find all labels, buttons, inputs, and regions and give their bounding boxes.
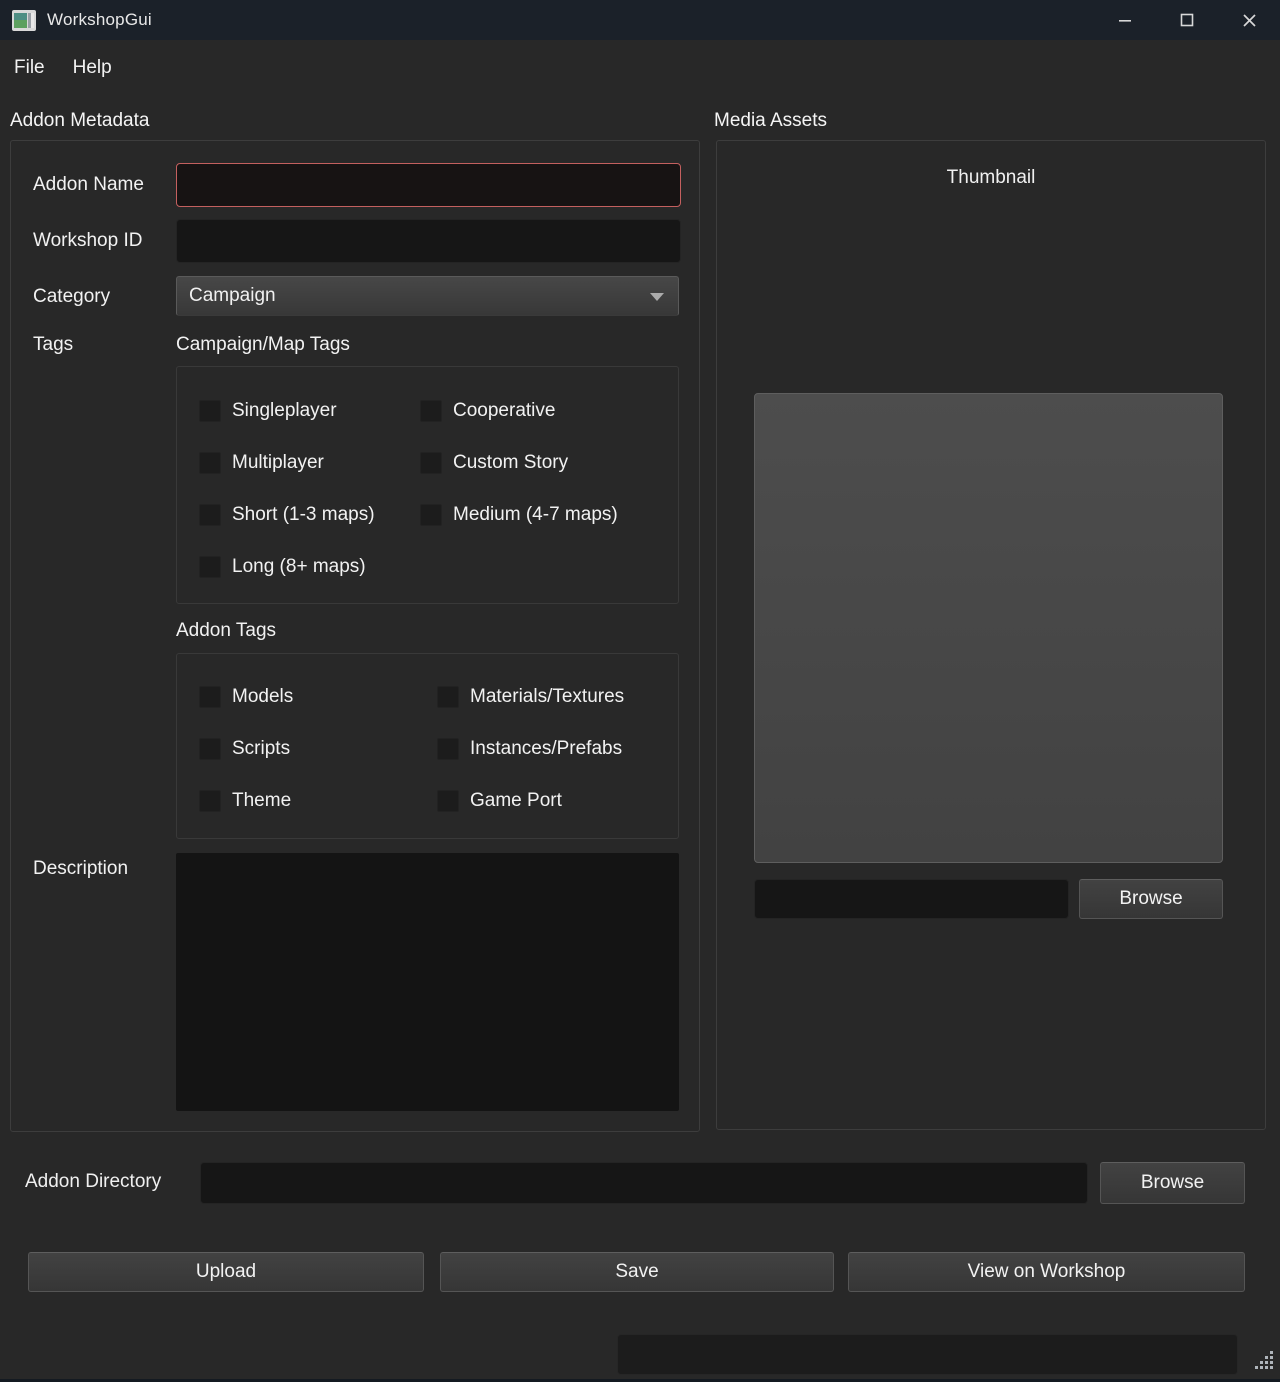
close-icon xyxy=(1242,13,1257,28)
checkbox-cooperative[interactable] xyxy=(420,400,442,422)
upload-button[interactable]: Upload xyxy=(28,1252,424,1292)
checkbox-label: Models xyxy=(232,686,293,708)
maximize-button[interactable] xyxy=(1156,0,1218,40)
checkbox-label: Instances/Prefabs xyxy=(470,738,622,760)
addon-metadata-panel: Addon Name Workshop ID Category Campaign… xyxy=(10,140,700,1132)
resize-grip-icon[interactable] xyxy=(1252,1349,1274,1376)
category-dropdown[interactable]: Campaign xyxy=(176,276,679,316)
app-icon xyxy=(12,10,36,31)
checkbox-label: Theme xyxy=(232,790,291,812)
addon-tag-row: Game Port xyxy=(437,775,679,827)
checkbox-scripts[interactable] xyxy=(199,738,221,760)
checkbox-custom-story[interactable] xyxy=(420,452,442,474)
campaign-tag-row: Multiplayer xyxy=(199,437,420,489)
checkbox-theme[interactable] xyxy=(199,790,221,812)
workshop-id-input[interactable] xyxy=(176,219,681,263)
campaign-tag-row: Singleplayer xyxy=(199,385,420,437)
checkbox-game-port[interactable] xyxy=(437,790,459,812)
checkbox-models[interactable] xyxy=(199,686,221,708)
campaign-tags-title: Campaign/Map Tags xyxy=(176,334,350,356)
thumbnail-label: Thumbnail xyxy=(717,167,1265,189)
campaign-tag-row: Cooperative xyxy=(420,385,679,437)
window-controls xyxy=(1094,0,1280,40)
addon-directory-input[interactable] xyxy=(200,1162,1088,1204)
addon-name-input[interactable] xyxy=(176,163,681,207)
checkbox-label: Long (8+ maps) xyxy=(232,556,366,578)
campaign-tag-row: Medium (4-7 maps) xyxy=(420,489,679,541)
menu-help[interactable]: Help xyxy=(59,51,126,85)
tags-label: Tags xyxy=(33,334,73,356)
category-label: Category xyxy=(33,286,110,308)
addon-directory-label: Addon Directory xyxy=(25,1171,161,1193)
description-input[interactable] xyxy=(176,853,679,1111)
close-button[interactable] xyxy=(1218,0,1280,40)
addon-tags-title: Addon Tags xyxy=(176,620,276,642)
checkbox-label: Game Port xyxy=(470,790,562,812)
checkbox-label: Medium (4-7 maps) xyxy=(453,504,618,526)
minimize-icon xyxy=(1118,13,1132,27)
checkbox-label: Cooperative xyxy=(453,400,555,422)
save-button[interactable]: Save xyxy=(440,1252,834,1292)
addon-tag-row: Scripts xyxy=(199,723,437,775)
thumbnail-preview xyxy=(754,393,1223,863)
media-assets-panel: Thumbnail Browse xyxy=(716,140,1266,1130)
status-bar xyxy=(617,1334,1238,1375)
addon-directory-browse-button[interactable]: Browse xyxy=(1100,1162,1245,1204)
description-label: Description xyxy=(33,858,128,880)
thumbnail-browse-button[interactable]: Browse xyxy=(1079,879,1223,919)
campaign-tag-row: Custom Story xyxy=(420,437,679,489)
checkbox-label: Short (1-3 maps) xyxy=(232,504,375,526)
checkbox-medium[interactable] xyxy=(420,504,442,526)
category-selected-value: Campaign xyxy=(189,285,276,307)
addon-tag-row: Theme xyxy=(199,775,437,827)
checkbox-long[interactable] xyxy=(199,556,221,578)
menu-file[interactable]: File xyxy=(0,51,59,85)
checkbox-singleplayer[interactable] xyxy=(199,400,221,422)
addon-tags-grid: Models Materials/Textures Scripts Instan… xyxy=(199,667,679,827)
window-title: WorkshopGui xyxy=(47,10,152,30)
chevron-down-icon xyxy=(650,293,664,301)
workshopgui-window: WorkshopGui File Help Addon Metadata Med… xyxy=(0,0,1280,1382)
campaign-tags-grid: Singleplayer Cooperative Multiplayer Cus… xyxy=(199,381,679,593)
addon-tag-row: Models xyxy=(199,671,437,723)
addon-tag-row: Instances/Prefabs xyxy=(437,723,679,775)
checkbox-label: Custom Story xyxy=(453,452,568,474)
checkbox-label: Multiplayer xyxy=(232,452,324,474)
campaign-tag-row: Short (1-3 maps) xyxy=(199,489,420,541)
workshop-id-label: Workshop ID xyxy=(33,230,142,252)
menu-bar: File Help xyxy=(0,40,1280,96)
addon-metadata-title: Addon Metadata xyxy=(10,110,149,132)
minimize-button[interactable] xyxy=(1094,0,1156,40)
checkbox-materials-textures[interactable] xyxy=(437,686,459,708)
campaign-tag-row: Long (8+ maps) xyxy=(199,541,420,593)
checkbox-multiplayer[interactable] xyxy=(199,452,221,474)
addon-name-label: Addon Name xyxy=(33,174,144,196)
checkbox-label: Materials/Textures xyxy=(470,686,624,708)
checkbox-label: Scripts xyxy=(232,738,290,760)
checkbox-short[interactable] xyxy=(199,504,221,526)
title-bar[interactable]: WorkshopGui xyxy=(0,0,1280,40)
media-assets-title: Media Assets xyxy=(714,110,827,132)
checkbox-instances-prefabs[interactable] xyxy=(437,738,459,760)
thumbnail-path-input[interactable] xyxy=(754,879,1069,919)
addon-tag-row: Materials/Textures xyxy=(437,671,679,723)
maximize-icon xyxy=(1180,13,1194,27)
view-on-workshop-button[interactable]: View on Workshop xyxy=(848,1252,1245,1292)
checkbox-label: Singleplayer xyxy=(232,400,337,422)
